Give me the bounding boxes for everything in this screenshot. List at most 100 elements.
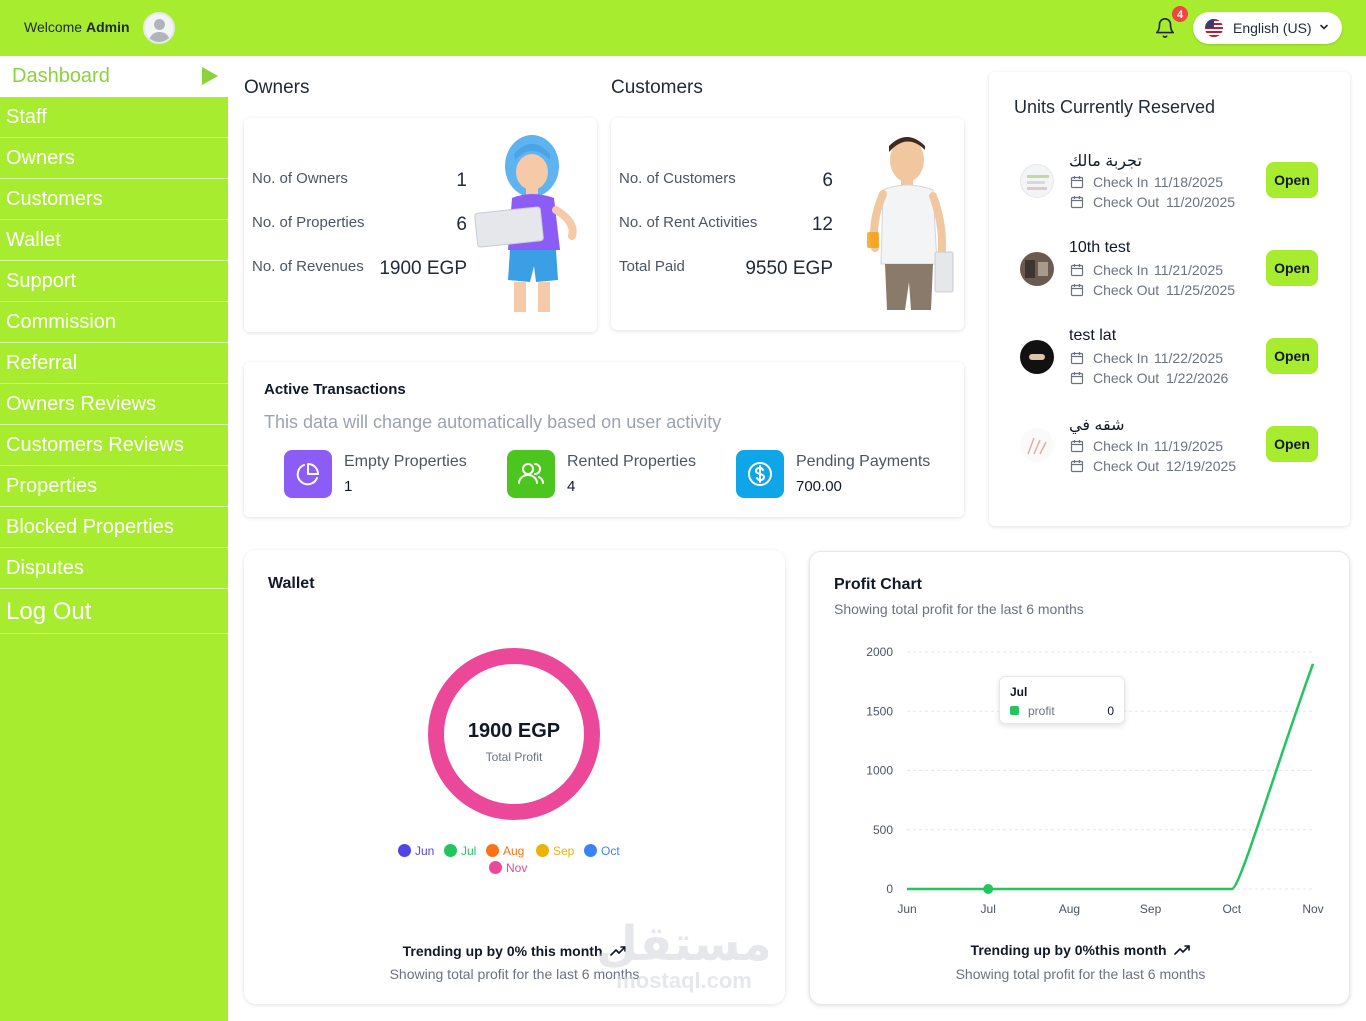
unit-thumbnail bbox=[1020, 340, 1054, 374]
check-out-date: 12/19/2025 bbox=[1166, 458, 1237, 474]
play-arrow-icon bbox=[202, 67, 218, 85]
sidebar-item-referral[interactable]: Referral bbox=[0, 343, 228, 384]
sidebar-item-dashboard[interactable]: Dashboard bbox=[0, 56, 228, 97]
user-name: Admin bbox=[85, 19, 130, 35]
rented-properties-value: 4 bbox=[567, 478, 576, 495]
legend-jul: Jul bbox=[444, 844, 476, 858]
check-out-label: Check Out bbox=[1093, 458, 1160, 474]
check-in-date: 11/21/2025 bbox=[1154, 262, 1224, 278]
sidebar-item-staff[interactable]: Staff bbox=[0, 97, 228, 138]
check-out-label: Check Out bbox=[1093, 194, 1160, 210]
calendar-icon bbox=[1070, 460, 1084, 473]
calendar-icon bbox=[1070, 440, 1084, 453]
profit-footer: Showing total profit for the last 6 mont… bbox=[955, 966, 1206, 982]
trending-up-icon bbox=[1174, 945, 1191, 955]
sidebar-item-customers[interactable]: Customers bbox=[0, 179, 228, 220]
check-in-date: 11/18/2025 bbox=[1154, 174, 1224, 190]
owner-illustration bbox=[474, 135, 577, 312]
check-out-date: 11/20/2025 bbox=[1166, 194, 1236, 210]
check-out-date: 1/22/2026 bbox=[1166, 370, 1229, 386]
check-in-label: Check In bbox=[1093, 262, 1149, 278]
owners-count-value: 1 bbox=[456, 170, 467, 191]
units-title: Units Currently Reserved bbox=[1014, 97, 1216, 117]
properties-count-label: No. of Properties bbox=[252, 214, 365, 231]
open-button[interactable]: Open bbox=[1266, 250, 1318, 286]
sidebar-item-wallet[interactable]: Wallet bbox=[0, 220, 228, 261]
x-tick-label: Jun bbox=[897, 902, 916, 916]
units-reserved-card: Units Currently Reserved تجربة مالك Chec… bbox=[989, 72, 1350, 526]
sidebar-item-logout[interactable]: Log Out bbox=[0, 589, 228, 634]
profit-chart-card: Profit Chart Showing total profit for th… bbox=[809, 551, 1350, 1005]
legend-oct: Oct bbox=[584, 844, 620, 858]
x-tick-label: Oct bbox=[1222, 902, 1241, 916]
open-button[interactable]: Open bbox=[1266, 162, 1318, 198]
unit-thumbnail bbox=[1020, 428, 1054, 462]
users-icon bbox=[507, 450, 555, 498]
open-button[interactable]: Open bbox=[1266, 338, 1318, 374]
sidebar-item-support[interactable]: Support bbox=[0, 261, 228, 302]
owners-count-label: No. of Owners bbox=[252, 170, 348, 187]
y-tick-label: 0 bbox=[886, 882, 893, 896]
properties-count-value: 6 bbox=[456, 214, 467, 235]
wallet-total-label: Total Profit bbox=[485, 750, 543, 764]
transactions-title: Active Transactions bbox=[264, 381, 406, 398]
calendar-icon bbox=[1070, 372, 1084, 385]
pending-payments-value: 700.00 bbox=[796, 478, 842, 495]
language-selector[interactable]: English (US) bbox=[1193, 12, 1342, 44]
revenues-label: No. of Revenues bbox=[252, 258, 364, 275]
legend-sep: Sep bbox=[536, 844, 574, 858]
avatar[interactable] bbox=[143, 12, 175, 44]
rented-properties-label: Rented Properties bbox=[567, 453, 696, 470]
notification-badge: 4 bbox=[1171, 5, 1189, 23]
calendar-icon bbox=[1070, 176, 1084, 189]
total-paid-label: Total Paid bbox=[619, 258, 685, 275]
check-in-label: Check In bbox=[1093, 174, 1149, 190]
profit-trend: Trending up by 0%this month bbox=[810, 942, 1351, 958]
customer-illustration bbox=[867, 137, 954, 310]
empty-properties-value: 1 bbox=[344, 478, 353, 495]
legend-jun: Jun bbox=[398, 844, 434, 858]
dollar-badge-icon bbox=[736, 450, 784, 498]
transactions-subtitle: This data will change automatically base… bbox=[264, 412, 722, 432]
calendar-icon bbox=[1070, 264, 1084, 277]
customers-card: No. of Customers 6 No. of Rent Activitie… bbox=[611, 118, 964, 330]
wallet-title: Wallet bbox=[268, 575, 315, 592]
check-in-date: 11/22/2025 bbox=[1154, 350, 1224, 366]
profit-title: Profit Chart bbox=[834, 576, 922, 593]
rent-activities-value: 12 bbox=[811, 214, 833, 235]
calendar-icon bbox=[1070, 284, 1084, 297]
sidebar-item-properties[interactable]: Properties bbox=[0, 466, 228, 507]
unit-name: test lat bbox=[1069, 327, 1117, 344]
check-out-label: Check Out bbox=[1093, 370, 1160, 386]
sidebar-item-customers-reviews[interactable]: Customers Reviews bbox=[0, 425, 228, 466]
welcome-text: Welcome Admin bbox=[24, 19, 130, 35]
unit-name: 10th test bbox=[1069, 239, 1131, 256]
calendar-icon bbox=[1070, 352, 1084, 365]
watermark-logo: مستقل mostaql.com bbox=[596, 916, 772, 993]
active-data-point bbox=[983, 884, 994, 894]
open-button[interactable]: Open bbox=[1266, 426, 1318, 462]
sidebar-item-blocked-properties[interactable]: Blocked Properties bbox=[0, 507, 228, 548]
rent-activities-label: No. of Rent Activities bbox=[619, 214, 758, 231]
sidebar-item-owners-reviews[interactable]: Owners Reviews bbox=[0, 384, 228, 425]
unit-thumbnail bbox=[1020, 164, 1054, 198]
sidebar-item-commission[interactable]: Commission bbox=[0, 302, 228, 343]
total-paid-value: 9550 EGP bbox=[745, 258, 833, 279]
legend-aug: Aug bbox=[486, 844, 524, 858]
sidebar-item-disputes[interactable]: Disputes bbox=[0, 548, 228, 589]
profit-subtitle: Showing total profit for the last 6 mont… bbox=[834, 601, 1084, 617]
chart-tooltip: Jul profit 0 bbox=[999, 676, 1125, 724]
sidebar: Dashboard Staff Owners Customers Wallet … bbox=[0, 56, 228, 1021]
unit-thumbnail bbox=[1020, 252, 1054, 286]
unit-name: شقه في bbox=[1069, 417, 1125, 434]
wallet-total: 1900 EGP bbox=[467, 720, 561, 742]
customers-count-value: 6 bbox=[822, 170, 833, 191]
x-tick-label: Aug bbox=[1059, 902, 1080, 916]
pie-chart-icon bbox=[284, 450, 332, 498]
y-tick-label: 1500 bbox=[866, 704, 893, 718]
y-tick-label: 500 bbox=[873, 823, 893, 837]
us-flag-icon bbox=[1205, 19, 1223, 37]
chevron-down-icon bbox=[1320, 24, 1328, 30]
sidebar-item-owners[interactable]: Owners bbox=[0, 138, 228, 179]
pending-payments-label: Pending Payments bbox=[796, 453, 931, 470]
